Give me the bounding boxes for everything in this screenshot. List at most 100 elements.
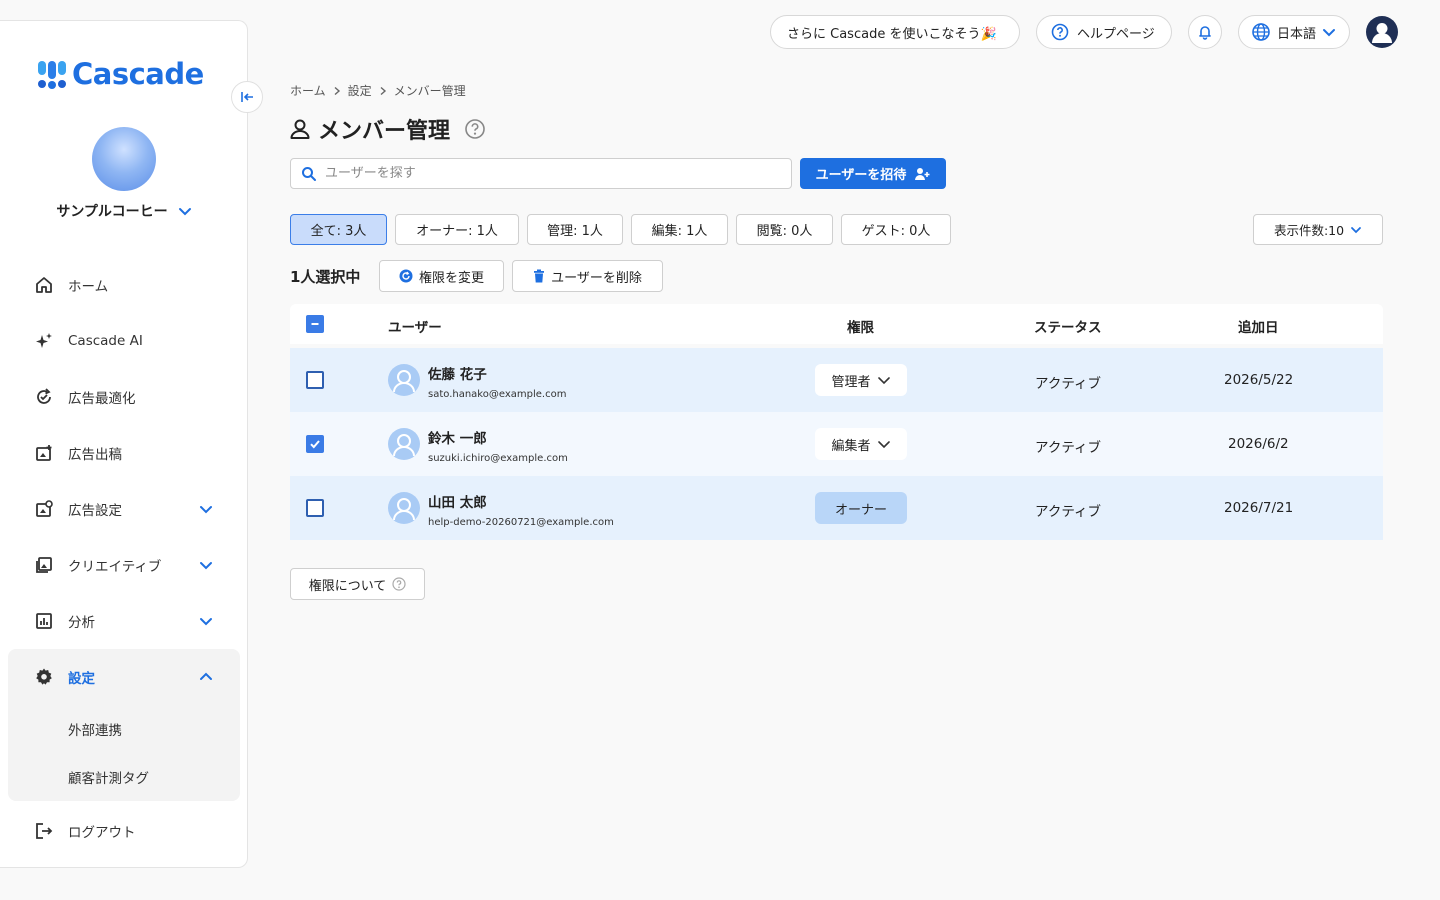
breadcrumb-home[interactable]: ホーム [290, 82, 326, 99]
filter-admin[interactable]: 管理: 1人 [527, 214, 623, 245]
cascade-logo[interactable]: Cascade [36, 57, 204, 91]
sidebar-nav: ホーム Cascade AI 広告最適化 広告出稿 広告設定 クリエイティブ 分… [8, 257, 240, 801]
help-circle-icon [392, 577, 406, 591]
filter-editor[interactable]: 編集: 1人 [631, 214, 728, 245]
page-title-text: メンバー管理 [318, 119, 451, 144]
help-circle-icon[interactable] [464, 118, 486, 140]
user-icon [393, 434, 415, 457]
chevron-down-icon [178, 208, 191, 216]
user-avatar[interactable] [1366, 16, 1398, 48]
notifications-button[interactable] [1188, 15, 1222, 49]
about-roles-button[interactable]: 権限について [290, 568, 425, 600]
breadcrumb-settings[interactable]: 設定 [348, 82, 372, 99]
filter-guest[interactable]: ゲスト: 0人 [841, 214, 951, 245]
table-row[interactable]: 鈴木 一郎 suzuki.ichiro@example.com 編集者 アクティ… [290, 412, 1383, 476]
role-dropdown[interactable]: 管理者 [815, 364, 907, 396]
promo-label: さらに Cascade を使いこなそう🎉 [787, 26, 997, 42]
collapse-sidebar-button[interactable] [231, 81, 263, 113]
filter-owner[interactable]: オーナー: 1人 [395, 214, 519, 245]
sidebar-item-analytics[interactable]: 分析 [8, 593, 240, 649]
user-icon [393, 370, 415, 393]
status-text: アクティブ [1035, 376, 1102, 392]
row-checkbox[interactable] [306, 371, 324, 389]
table-row[interactable]: 佐藤 花子 sato.hanako@example.com 管理者 アクティブ … [290, 348, 1383, 412]
header-added: 追加日 [1238, 320, 1279, 336]
avatar [388, 428, 420, 460]
promo-button[interactable]: さらに Cascade を使いこなそう🎉 [770, 15, 1020, 49]
user-email: suzuki.ichiro@example.com [428, 453, 568, 464]
sidebar-subitem-integrations[interactable]: 外部連携 [8, 705, 240, 753]
search-icon [302, 166, 316, 181]
logout-icon [34, 821, 54, 841]
user-icon [1372, 23, 1392, 43]
role-badge-owner: オーナー [815, 492, 907, 524]
invite-user-button[interactable]: ユーザーを招待 [800, 158, 946, 189]
trash-icon [534, 269, 545, 283]
sidebar-item-label: 設定 [68, 671, 95, 687]
sidebar-item-ad-settings[interactable]: 広告設定 [8, 481, 240, 537]
per-page-select[interactable]: 表示件数:10 [1253, 214, 1383, 245]
sidebar-item-label: クリエイティブ [68, 559, 162, 575]
members-table: ユーザー 権限 ステータス 追加日 佐藤 花子 sato.hanako@exam… [290, 304, 1383, 540]
person-icon [290, 119, 310, 139]
help-label: ヘルプページ [1077, 26, 1155, 42]
chevron-down-icon [877, 441, 890, 449]
role-dropdown[interactable]: 編集者 [815, 428, 907, 460]
chevron-up-icon [200, 672, 212, 680]
bell-icon [1199, 26, 1211, 40]
delete-user-button[interactable]: ユーザーを削除 [512, 260, 663, 292]
ad-settings-icon [34, 499, 54, 519]
brand-name: Cascade [72, 57, 204, 91]
chevron-right-icon [334, 86, 340, 95]
chevron-down-icon [1351, 226, 1361, 233]
user-name: 鈴木 一郎 [428, 431, 487, 447]
table-row[interactable]: 山田 太郎 help-demo-20260721@example.com オーナ… [290, 476, 1383, 540]
row-checkbox[interactable] [306, 499, 324, 517]
row-checkbox[interactable] [306, 435, 324, 453]
header-role: 権限 [847, 320, 874, 336]
sidebar-item-ad-optimize[interactable]: 広告最適化 [8, 369, 240, 425]
logout-button[interactable]: ログアウト [8, 803, 240, 859]
help-circle-icon [1051, 23, 1069, 41]
globe-icon [1252, 23, 1270, 41]
sidebar-item-home[interactable]: ホーム [8, 257, 240, 313]
user-email: help-demo-20260721@example.com [428, 517, 614, 528]
change-role-button[interactable]: 権限を変更 [379, 260, 504, 292]
filter-viewer[interactable]: 閲覧: 0人 [736, 214, 833, 245]
select-all-checkbox[interactable] [306, 315, 324, 333]
org-avatar [92, 127, 156, 191]
collapse-left-icon [241, 92, 253, 102]
sidebar-item-ad-post[interactable]: 広告出稿 [8, 425, 240, 481]
filter-all[interactable]: 全て: 3人 [290, 214, 387, 245]
ad-post-icon [34, 443, 54, 463]
chart-icon [34, 611, 54, 631]
page-title: メンバー管理 [288, 113, 486, 145]
chevron-down-icon [200, 562, 212, 570]
role-label: 管理者 [831, 374, 871, 390]
language-selector[interactable]: 日本語 [1238, 15, 1350, 49]
home-icon [34, 275, 54, 295]
help-page-button[interactable]: ヘルプページ [1036, 15, 1172, 49]
selected-count: 1人選択中 [290, 268, 361, 286]
role-label: オーナー [834, 502, 887, 518]
header-user: ユーザー [388, 320, 442, 336]
user-icon [393, 498, 415, 521]
role-label: 編集者 [831, 438, 871, 454]
sidebar-item-cascade-ai[interactable]: Cascade AI [8, 313, 240, 369]
about-roles-label: 権限について [308, 578, 387, 594]
delete-user-label: ユーザーを削除 [551, 270, 642, 286]
org-switcher[interactable]: サンプルコーヒー [0, 201, 248, 221]
sidebar-item-creative[interactable]: クリエイティブ [8, 537, 240, 593]
status-text: アクティブ [1035, 504, 1102, 520]
indeterminate-icon [311, 323, 319, 325]
sidebar-subitem-tracking-tag[interactable]: 顧客計測タグ [8, 753, 240, 801]
sidebar: Cascade サンプルコーヒー ホーム Cascade AI 広告最適化 広告… [0, 20, 248, 868]
sidebar-item-label: Cascade AI [68, 333, 143, 349]
avatar [388, 492, 420, 524]
chevron-down-icon [200, 618, 212, 626]
search-box [290, 158, 792, 189]
user-name: 佐藤 花子 [428, 367, 487, 383]
search-input[interactable] [325, 166, 765, 181]
sidebar-item-label: 広告設定 [68, 503, 122, 519]
sidebar-item-settings[interactable]: 設定 [8, 649, 240, 705]
